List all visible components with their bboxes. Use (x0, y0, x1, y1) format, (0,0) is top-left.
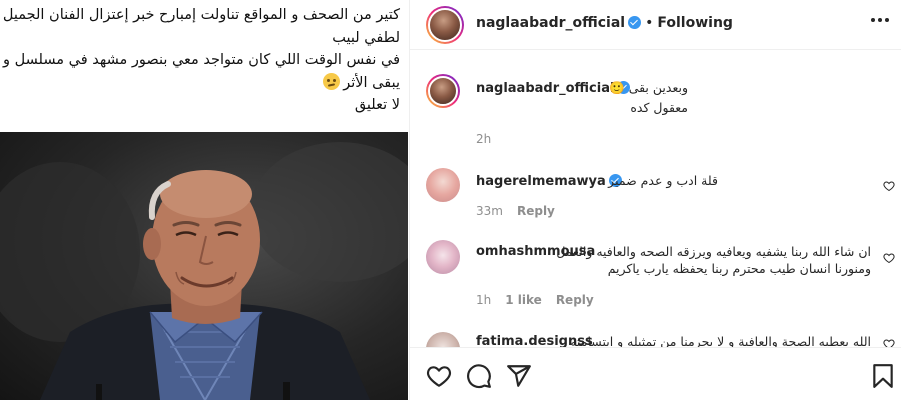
comment-time: 33m (476, 204, 503, 218)
caption-line-2: لطفي لبيب (332, 29, 400, 46)
comment-avatar[interactable] (426, 240, 460, 274)
photo-illustration (0, 142, 408, 400)
caption-line-3: في نفس الوقت اللي كان متواجد معي بنصور م… (3, 52, 400, 68)
post-media[interactable]: كتير من الصحف و المواقع تناولت إمبارح خب… (0, 0, 408, 400)
comment-likes[interactable]: 1 like (505, 293, 542, 307)
post-photo (0, 132, 408, 400)
caption-line-5: لا تعليق (354, 97, 400, 113)
comment-like-icon[interactable] (883, 338, 895, 347)
header-separator: • (645, 15, 654, 31)
post-header: naglaabadr_official • Following (410, 0, 901, 50)
bookmark-icon[interactable] (870, 363, 896, 389)
comment-head: hagerelmemawya (476, 174, 622, 189)
image-caption: كتير من الصحف و المواقع تناولت إمبارح خب… (0, 0, 408, 132)
comments-list[interactable]: naglaabadr_official وبعدين بقى 🙂 معقول ك… (410, 51, 901, 347)
comment-username[interactable]: hagerelmemawya (476, 174, 606, 189)
comment-text-line-2: معقول كده (630, 100, 688, 115)
comment-avatar[interactable] (426, 168, 460, 202)
comment-avatar[interactable] (426, 74, 460, 108)
comment-meta: 33m Reply (476, 204, 569, 218)
caption-line-4-text: يبقى الأثر (343, 74, 400, 91)
post-details-panel: naglaabadr_official • Following naglaabadr… (409, 0, 901, 400)
header-username[interactable]: naglaabadr_official (476, 15, 625, 31)
following-button[interactable]: Following (657, 15, 733, 31)
comment-username[interactable]: naglaabadr_official (476, 81, 614, 96)
comment-meta: 1h 1 like Reply (476, 293, 608, 307)
comment-head: naglaabadr_official (476, 81, 631, 96)
reply-button[interactable]: Reply (517, 204, 555, 218)
comment-text: قلة ادب و عدم ضمير (608, 173, 718, 188)
post-action-bar (410, 347, 901, 400)
comment-like-icon[interactable] (883, 180, 895, 192)
comment-time: 1h (476, 293, 492, 307)
comment-like-icon[interactable] (883, 252, 895, 264)
header-avatar[interactable] (426, 6, 464, 44)
comment-icon[interactable] (466, 363, 492, 389)
comment-avatar[interactable] (426, 332, 460, 347)
thinking-face-icon (323, 72, 341, 90)
heart-icon[interactable] (426, 363, 452, 389)
comment-text: وبعدين بقى 🙂 (609, 80, 688, 95)
reply-button[interactable]: Reply (556, 293, 594, 307)
comment-text: ان شاء الله ربنا يشفيه ويعافيه ويرزقه ال… (556, 244, 871, 259)
send-icon[interactable] (506, 363, 532, 389)
header-user: naglaabadr_official • Following (476, 15, 733, 31)
more-horizontal-icon[interactable] (871, 18, 889, 22)
caption-line-1: كتير من الصحف و المواقع تناولت إمبارح خب… (2, 7, 400, 23)
comment-time: 2h (476, 132, 492, 146)
caption-line-4: يبقى الأثر (8, 72, 400, 95)
verified-badge-icon (628, 16, 642, 29)
comment-meta: 2h (476, 132, 505, 146)
comment-text: الله يعطيه الصحة والعافية و لا يحرمنا من… (570, 334, 871, 347)
comment-text-line-2: ومنورنا انسان طيب محترم ربنا يحفظه يارب … (607, 261, 871, 276)
